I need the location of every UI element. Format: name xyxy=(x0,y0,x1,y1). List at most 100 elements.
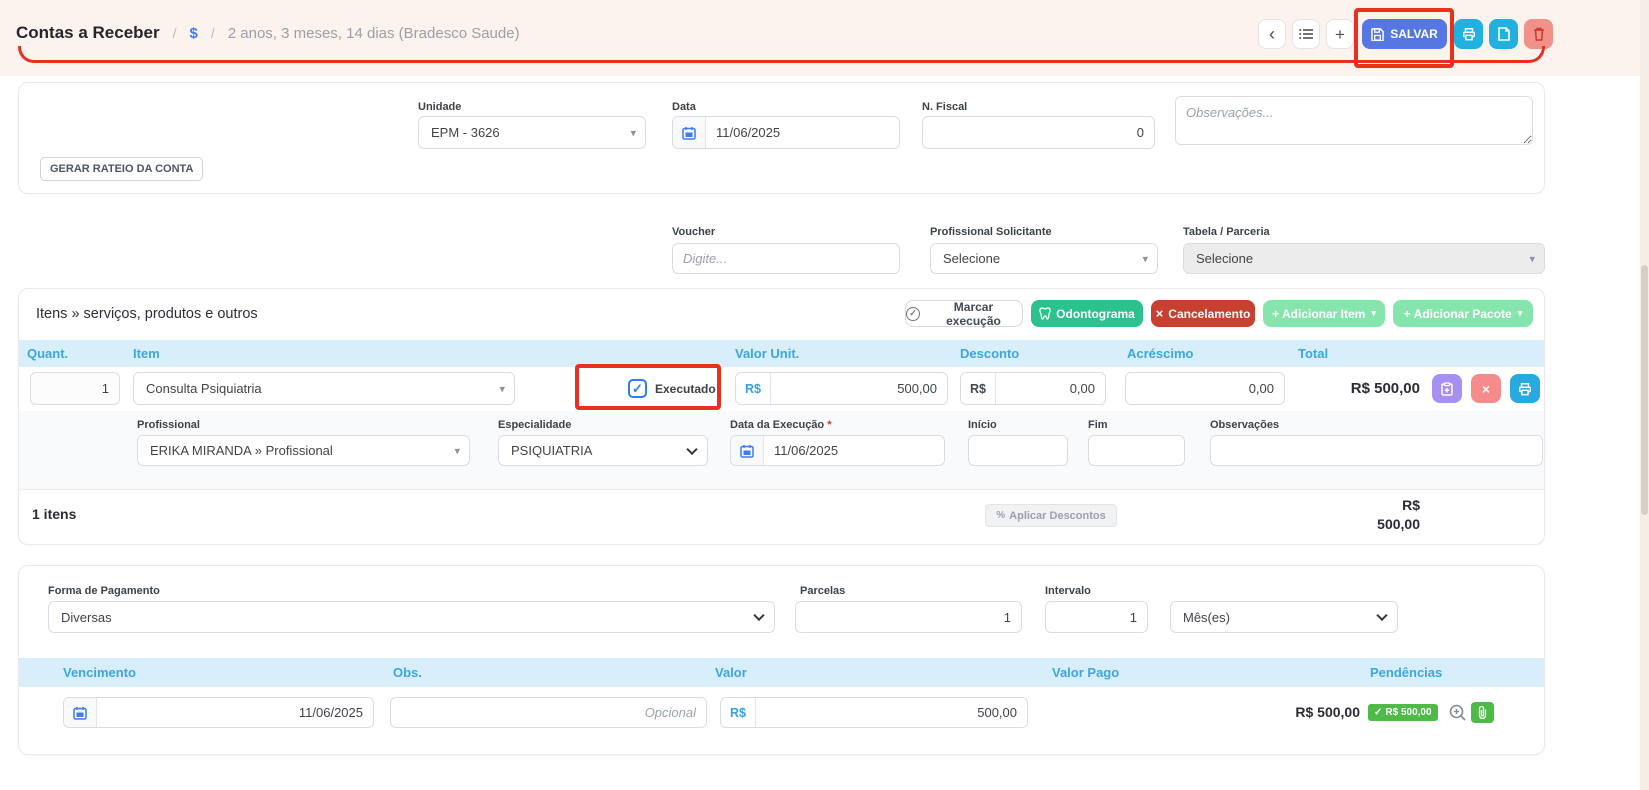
forma-pagamento-select[interactable]: Diversas xyxy=(48,601,775,633)
adicionar-item-button[interactable]: + Adicionar Item ▾ xyxy=(1263,300,1385,327)
item-total-value: R$ 500,00 xyxy=(1350,380,1420,397)
chevron-down-icon xyxy=(1376,609,1388,622)
especialidade-select[interactable]: PSIQUIATRIA xyxy=(498,435,708,466)
adicionar-item-label: + Adicionar Item xyxy=(1272,306,1366,321)
profissional-value: ERIKA MIRANDA » Profissional xyxy=(150,443,333,458)
tabela-parceria-label: Tabela / Parceria xyxy=(1183,226,1270,238)
profissional-label: Profissional xyxy=(137,419,200,431)
item-value: Consulta Psiquiatria xyxy=(146,381,262,396)
add-button[interactable]: + xyxy=(1326,19,1354,49)
check-icon: ✓ xyxy=(1374,707,1383,718)
forma-pagamento-value: Diversas xyxy=(61,609,112,625)
valor-pago-value: R$ 500,00 xyxy=(1295,704,1360,720)
gerar-rateio-button[interactable]: GERAR RATEIO DA CONTA xyxy=(40,157,204,181)
back-button[interactable]: ‹ xyxy=(1258,19,1286,49)
observacoes-textarea[interactable] xyxy=(1175,96,1533,145)
aplicar-descontos-label: Aplicar Descontos xyxy=(1009,509,1106,522)
odontograma-label: Odontograma xyxy=(1056,306,1135,321)
valor-value: 500,00 xyxy=(977,705,1017,720)
chevron-down-icon: ▾ xyxy=(1529,253,1535,265)
caret-down-icon: ▾ xyxy=(1371,308,1376,318)
valor-field[interactable]: R$ 500,00 xyxy=(720,697,1028,728)
parcelas-input[interactable]: 1 xyxy=(795,601,1022,633)
tooth-icon xyxy=(1039,307,1051,320)
remove-item-button[interactable]: × xyxy=(1471,374,1501,403)
chevron-down-icon xyxy=(753,609,765,622)
acrescimo-input[interactable]: 0,00 xyxy=(1125,372,1285,405)
attachment-button[interactable] xyxy=(1471,702,1494,723)
gerar-rateio-label: GERAR RATEIO DA CONTA xyxy=(50,163,194,175)
data-field[interactable]: 11/06/2025 xyxy=(672,116,900,149)
marcar-execucao-label: Marcar execução xyxy=(946,299,1001,328)
col-valor-unit: Valor Unit. xyxy=(735,346,800,361)
print-item-button[interactable] xyxy=(1510,374,1540,403)
quantity-input[interactable]: 1 xyxy=(30,372,120,405)
adicionar-pacote-button[interactable]: + Adicionar Pacote ▾ xyxy=(1393,300,1533,327)
col-valor-pago: Valor Pago xyxy=(1052,665,1120,680)
currency-prefix: R$ xyxy=(736,373,771,404)
voucher-input[interactable] xyxy=(672,243,900,274)
duplicate-item-button[interactable] xyxy=(1432,374,1462,403)
zoom-details-icon[interactable] xyxy=(1449,704,1466,721)
executado-checkbox[interactable]: ✓ xyxy=(628,379,647,398)
vencimento-field[interactable]: 11/06/2025 xyxy=(63,697,374,728)
calendar-icon xyxy=(64,698,97,727)
executado-label: Executado xyxy=(655,382,716,396)
especialidade-label: Especialidade xyxy=(498,419,572,431)
data-execucao-field[interactable]: 11/06/2025 xyxy=(730,435,945,466)
inicio-input[interactable] xyxy=(968,435,1068,466)
data-value: 11/06/2025 xyxy=(716,125,781,140)
tabela-parceria-select[interactable]: Selecione ▾ xyxy=(1183,243,1545,274)
chevron-down-icon xyxy=(686,443,698,455)
print-button[interactable] xyxy=(1454,19,1483,49)
item-select[interactable]: Consulta Psiquiatria ▾ xyxy=(133,372,515,405)
desconto-field[interactable]: R$ 0,00 xyxy=(960,372,1106,405)
periodo-select[interactable]: Mês(es) xyxy=(1170,601,1398,633)
intervalo-input[interactable]: 1 xyxy=(1045,601,1148,633)
profissional-solicitante-value: Selecione xyxy=(943,251,1001,266)
unidade-select[interactable]: EPM - 3626 ▾ xyxy=(418,116,646,149)
odontograma-button[interactable]: Odontograma xyxy=(1031,300,1143,327)
page-title: Contas a Receber xyxy=(16,23,160,42)
valor-unit-field[interactable]: R$ 500,00 xyxy=(735,372,948,405)
paid-badge-value: R$ 500,00 xyxy=(1385,707,1432,718)
calendar-icon xyxy=(673,117,706,148)
col-quant: Quant. xyxy=(27,346,69,361)
save-button[interactable]: SALVAR xyxy=(1362,19,1447,49)
aplicar-descontos-button[interactable]: % Aplicar Descontos xyxy=(985,504,1117,527)
col-total: Total xyxy=(1298,346,1329,361)
nfiscal-input[interactable]: 0 xyxy=(922,116,1155,149)
delete-button[interactable] xyxy=(1524,19,1553,49)
desconto-value: 0,00 xyxy=(1069,381,1095,396)
check-circle-icon: ✓ xyxy=(906,306,920,321)
cancelamento-button[interactable]: × Cancelamento xyxy=(1151,300,1255,327)
col-acrescimo: Acréscimo xyxy=(1127,346,1194,361)
divider xyxy=(19,489,1544,490)
item-observacoes-input[interactable] xyxy=(1210,435,1543,466)
profissional-solicitante-select[interactable]: Selecione ▾ xyxy=(930,243,1158,274)
clipboard-plus-icon xyxy=(1441,381,1453,396)
parcelas-label: Parcelas xyxy=(800,585,846,597)
check-icon: ✓ xyxy=(632,380,643,396)
document-button[interactable] xyxy=(1489,19,1518,49)
save-icon xyxy=(1371,27,1385,41)
currency-prefix: R$ xyxy=(721,698,756,727)
dollar-icon[interactable]: $ xyxy=(190,25,198,42)
nfiscal-value: 0 xyxy=(1136,125,1144,140)
marcar-execucao-button[interactable]: ✓ Marcar execução xyxy=(905,299,1023,328)
profissional-solicitante-label: Profissional Solicitante xyxy=(930,226,1052,238)
printer-icon xyxy=(1462,28,1475,41)
breadcrumb-separator: / xyxy=(210,25,215,41)
obs-input[interactable] xyxy=(390,697,707,728)
scrollbar-thumb[interactable] xyxy=(1641,265,1648,515)
fim-input[interactable] xyxy=(1088,435,1185,466)
percent-icon: % xyxy=(996,510,1006,521)
col-obs: Obs. xyxy=(393,665,422,680)
vencimento-value: 11/06/2025 xyxy=(298,705,363,720)
col-pendencias: Pendências xyxy=(1370,665,1443,680)
currency-prefix: R$ xyxy=(961,373,996,404)
list-icon xyxy=(1299,29,1313,39)
profissional-select[interactable]: ERIKA MIRANDA » Profissional ▾ xyxy=(137,435,470,466)
list-button[interactable] xyxy=(1292,19,1320,49)
chevron-down-icon: ▾ xyxy=(499,383,505,395)
